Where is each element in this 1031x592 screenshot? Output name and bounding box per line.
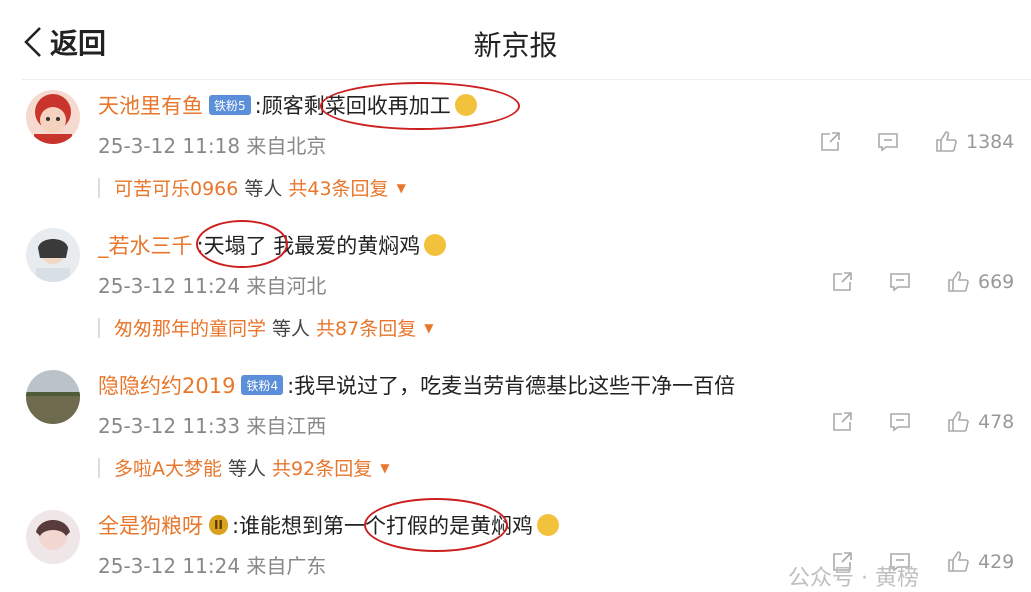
reply-bar <box>98 317 100 338</box>
reply-total[interactable]: 共87条回复 <box>316 314 416 341</box>
like-count: 669 <box>978 271 1015 293</box>
share-icon <box>833 272 852 291</box>
comment-text: :天塌了 我最爱的黄焖鸡 <box>196 234 421 258</box>
comment-button[interactable] <box>876 130 900 154</box>
comment-actions: 1384 <box>818 130 1014 154</box>
reply-total[interactable]: 共43条回复 <box>288 174 388 201</box>
share-icon <box>833 412 852 431</box>
comment-line: _若水三千 :天塌了 我最爱的黄焖鸡 <box>98 228 447 262</box>
thumbs-up-icon <box>936 131 957 152</box>
share-button[interactable] <box>830 410 854 434</box>
divider <box>22 79 1031 80</box>
comment-meta: 25-3-12 11:18 来自北京 <box>98 134 327 158</box>
crying-emoji <box>424 234 447 256</box>
crying-laugh-emoji <box>454 94 477 116</box>
username-link[interactable]: 天池里有鱼 <box>98 90 203 120</box>
avatar[interactable] <box>26 228 80 282</box>
reply-total[interactable]: 共92条回复 <box>272 454 372 481</box>
avatar[interactable] <box>26 510 80 564</box>
avatar[interactable] <box>26 370 80 424</box>
comment-meta: 25-3-12 11:33 来自江西 <box>98 414 327 438</box>
reply-etc: 等人 <box>272 318 311 340</box>
reply-summary[interactable]: 匆匆那年的童同学 等人 共87条回复 ▼ <box>98 314 433 341</box>
reply-etc: 等人 <box>228 458 267 480</box>
username-link[interactable]: 全是狗粮呀 <box>98 510 203 540</box>
like-button[interactable]: 1384 <box>934 130 1014 154</box>
reply-bar <box>98 177 100 198</box>
comment-icon <box>890 273 910 292</box>
share-button[interactable] <box>818 130 842 154</box>
reply-summary[interactable]: 可苦可乐0966 等人 共43条回复 ▼ <box>98 174 406 201</box>
reply-user[interactable]: 匆匆那年的童同学 <box>114 314 266 341</box>
thumbs-up-icon <box>948 411 969 432</box>
reply-bar <box>98 457 100 478</box>
caret-down-icon: ▼ <box>424 320 434 335</box>
page-title: 新京报 <box>473 29 558 62</box>
thumbs-up-icon <box>948 551 969 572</box>
thumbs-up-icon <box>948 271 969 292</box>
fan-badge: 铁粉4 <box>241 375 284 395</box>
reply-etc: 等人 <box>244 178 283 200</box>
member-badge: II <box>209 515 228 535</box>
comment-text: :我早说过了，吃麦当劳肯德基比这些干净一百倍 <box>287 374 736 398</box>
reply-user[interactable]: 多啦A大梦能 <box>114 454 222 481</box>
avatar[interactable] <box>26 90 80 144</box>
comment-button[interactable] <box>888 270 912 294</box>
comment-actions: 478 <box>830 410 1014 434</box>
comment-line: 隐隐约约2019 铁粉4 :我早说过了，吃麦当劳肯德基比这些干净一百倍 <box>98 368 735 402</box>
comment-text: :顾客剩菜回收再加工 <box>254 94 451 118</box>
like-count: 429 <box>978 551 1015 573</box>
username-link[interactable]: _若水三千 <box>98 230 193 260</box>
reply-user[interactable]: 可苦可乐0966 <box>114 174 238 201</box>
comment-line: 天池里有鱼 铁粉5 :顾客剩菜回收再加工 <box>98 88 477 122</box>
like-button[interactable]: 669 <box>946 270 1014 294</box>
reply-summary[interactable]: 多啦A大梦能 等人 共92条回复 ▼ <box>98 454 389 481</box>
caret-down-icon: ▼ <box>380 460 390 475</box>
like-count: 478 <box>978 411 1015 433</box>
comment-button[interactable] <box>888 410 912 434</box>
like-count: 1384 <box>966 131 1015 153</box>
top-bar: 返回 新京报 <box>0 0 1031 80</box>
comment-text: :谁能想到第一个打假的是黄焖鸡 <box>231 514 534 538</box>
comment-icon <box>890 413 910 432</box>
username-link[interactable]: 隐隐约约2019 <box>98 370 235 400</box>
fan-badge: 铁粉5 <box>209 95 251 115</box>
like-button[interactable]: 429 <box>946 550 1014 574</box>
comment-icon <box>878 133 898 152</box>
caret-down-icon: ▼ <box>396 180 406 195</box>
comment-line: 全是狗粮呀 II :谁能想到第一个打假的是黄焖鸡 <box>98 508 560 542</box>
watermark: 公众号 · 黄榜 <box>788 566 919 591</box>
like-button[interactable]: 478 <box>946 410 1014 434</box>
share-button[interactable] <box>830 270 854 294</box>
share-icon <box>821 132 840 151</box>
comment-meta: 25-3-12 11:24 来自广东 <box>98 554 327 578</box>
comment-meta: 25-3-12 11:24 来自河北 <box>98 274 327 298</box>
comment-actions: 669 <box>830 270 1014 294</box>
spit-emoji <box>537 514 560 536</box>
